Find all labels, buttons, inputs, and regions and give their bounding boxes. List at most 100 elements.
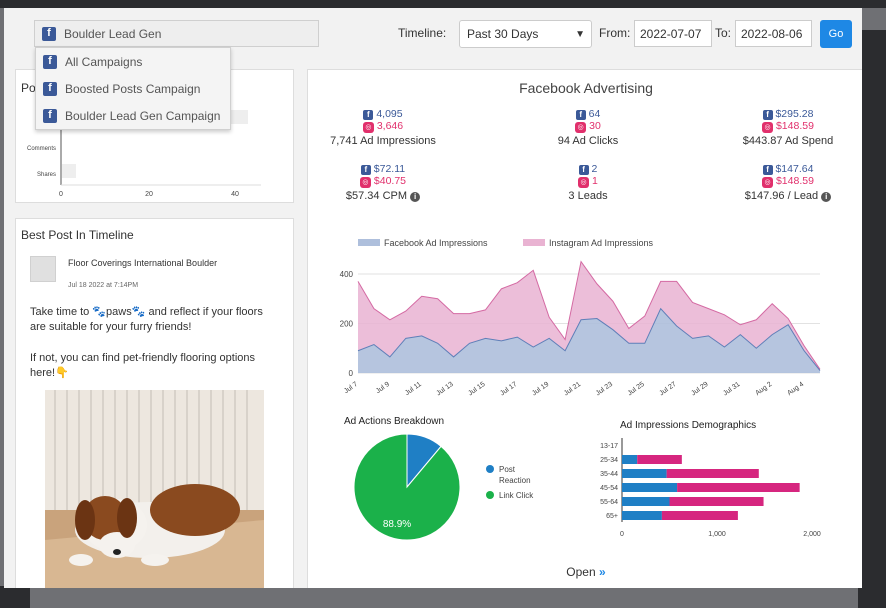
facebook-advertising-panel: Facebook Advertising f 4,095 ◎ 3,646 7,7… [307, 69, 862, 588]
dashboard-frame: f Boulder Lead Gen f All Campaigns f Boost… [4, 8, 862, 588]
bar-instagram[interactable] [637, 455, 682, 464]
x-tick-label: 0 [620, 531, 624, 538]
x-tick-label: Jul 9 [375, 381, 391, 395]
facebook-icon: f [363, 110, 374, 120]
post-author[interactable]: Floor Coverings International Boulder [68, 257, 228, 269]
posts-bar [62, 164, 76, 178]
dropdown-item-label: All Campaigns [65, 54, 143, 69]
metric-facebook-value: 2 [591, 163, 598, 175]
metric-cost-per-lead: f $147.64 ◎ $148.59 $147.96 / Lead i [713, 163, 862, 202]
timeline-label: Timeline: [398, 26, 447, 40]
metric-total: 3 Leads [568, 190, 608, 202]
legend-swatch-instagram [523, 239, 545, 246]
campaign-select[interactable]: f Boulder Lead Gen [34, 20, 319, 47]
y-tick-label: 0 [349, 369, 354, 378]
metric-ad-impressions: f 4,095 ◎ 3,646 7,741 Ad Impressions [318, 108, 448, 147]
demographics-bar-chart: 13-17 25-34 35-44 45-54 55-64 65+ 0 1,000 2,000 [600, 438, 821, 538]
facebook-icon: f [43, 81, 57, 96]
campaign-select-value: Boulder Lead Gen [64, 26, 162, 41]
facebook-icon: f [360, 165, 371, 175]
metric-total: $443.87 Ad Spend [742, 135, 834, 147]
chevron-down-icon: ▼ [575, 29, 585, 40]
metric-facebook-value: 4,095 [376, 108, 403, 120]
metric-instagram-value: 30 [589, 120, 601, 132]
open-label: Open [566, 565, 596, 579]
bar-instagram[interactable] [669, 497, 764, 506]
pie-chart-title: Ad Actions Breakdown [344, 416, 445, 427]
avatar [30, 256, 56, 282]
campaign-dropdown: f All Campaigns f Boosted Posts Campaign f… [35, 47, 231, 130]
facebook-icon: f [43, 108, 57, 123]
instagram-icon: ◎ [362, 122, 374, 133]
facebook-icon: f [42, 26, 56, 41]
pie-legend-label: Post Reaction [499, 465, 531, 485]
instagram-icon: ◎ [359, 177, 371, 188]
dropdown-item-boulder-lead-gen[interactable]: f Boulder Lead Gen Campaign [36, 102, 230, 129]
x-tick-label: Jul 23 [595, 381, 614, 398]
bar-facebook[interactable] [622, 469, 667, 478]
open-link[interactable]: Open » [308, 565, 862, 579]
from-date-input[interactable]: 2022-07-07 [634, 20, 712, 47]
bar-instagram[interactable] [677, 483, 800, 492]
metric-total: $57.34 CPM [345, 190, 408, 202]
x-tick-label: Jul 7 [343, 381, 359, 395]
x-tick-label: Jul 19 [531, 381, 550, 398]
metric-facebook-value: $72.11 [373, 163, 406, 175]
x-tick-label: Jul 29 [690, 381, 709, 398]
y-tick-label: 25-34 [600, 457, 618, 464]
metric-facebook-value: $295.28 [775, 108, 814, 120]
legend-label: Facebook Ad Impressions [384, 238, 488, 248]
metric-leads: f 2 ◎ 1 3 Leads [523, 163, 653, 202]
dropdown-item-label: Boulder Lead Gen Campaign [65, 108, 221, 123]
metric-ad-clicks: f 64 ◎ 30 94 Ad Clicks [523, 108, 653, 147]
y-tick-label: 55-64 [600, 499, 618, 506]
post-image-dog[interactable] [45, 390, 264, 588]
metric-total: 7,741 Ad Impressions [330, 135, 436, 147]
y-tick-label: 65+ [606, 513, 618, 520]
x-tick-label: Jul 17 [499, 381, 518, 398]
posts-tick-label: 20 [145, 191, 153, 198]
metric-instagram-value: $148.59 [775, 120, 814, 132]
posts-tick-label: 0 [59, 191, 63, 198]
legend-swatch-facebook [358, 239, 380, 246]
facebook-icon: f [578, 165, 589, 175]
background-left [0, 586, 30, 608]
metric-instagram-value: $40.75 [373, 175, 407, 187]
pie-legend-label: Link Click [499, 491, 534, 500]
x-tick-label: Jul 27 [658, 381, 677, 398]
bar-instagram[interactable] [661, 511, 738, 520]
metric-facebook-value: 64 [588, 108, 601, 120]
legend-dot-post-reaction [486, 465, 494, 473]
dropdown-item-boosted-posts[interactable]: f Boosted Posts Campaign [36, 75, 230, 102]
bar-facebook[interactable] [622, 455, 638, 464]
background-top [0, 0, 886, 8]
pie-legend: Post Reaction Link Click [486, 464, 539, 501]
bar-facebook[interactable] [622, 483, 678, 492]
posts-tick-label: 40 [231, 191, 239, 198]
x-tick-label: Aug 4 [786, 381, 805, 397]
legend-label: Instagram Ad Impressions [549, 238, 654, 248]
instagram-icon: ◎ [575, 122, 587, 133]
bar-instagram[interactable] [666, 469, 759, 478]
dropdown-item-all-campaigns[interactable]: f All Campaigns [36, 48, 230, 75]
info-icon[interactable]: i [410, 191, 421, 202]
dropdown-item-label: Boosted Posts Campaign [65, 81, 201, 96]
instagram-icon: ◎ [762, 122, 774, 133]
metric-instagram-value: $148.59 [775, 175, 814, 187]
info-icon[interactable]: i [821, 191, 832, 202]
go-button[interactable]: Go [820, 20, 852, 48]
instagram-icon: ◎ [578, 177, 590, 188]
instagram-icon: ◎ [762, 177, 774, 188]
background-right [858, 30, 886, 608]
impressions-area-chart: Facebook Ad Impressions Instagram Ad Imp… [340, 238, 821, 398]
best-post-panel: Best Post In Timeline Floor Coverings In… [15, 218, 294, 588]
ad-actions-pie-chart: 88.9% [353, 433, 461, 541]
metric-ad-spend: f $295.28 ◎ $148.59 $443.87 Ad Spend [713, 108, 862, 147]
bar-facebook[interactable] [622, 511, 662, 520]
metric-instagram-value: 3,646 [376, 120, 404, 132]
to-date-input[interactable]: 2022-08-06 [735, 20, 812, 47]
bar-facebook[interactable] [622, 497, 670, 506]
double-chevron-right-icon: » [599, 565, 606, 579]
timeline-select[interactable]: Past 30 Days ▼ [459, 20, 592, 48]
demographics-chart-title: Ad Impressions Demographics [620, 420, 757, 431]
